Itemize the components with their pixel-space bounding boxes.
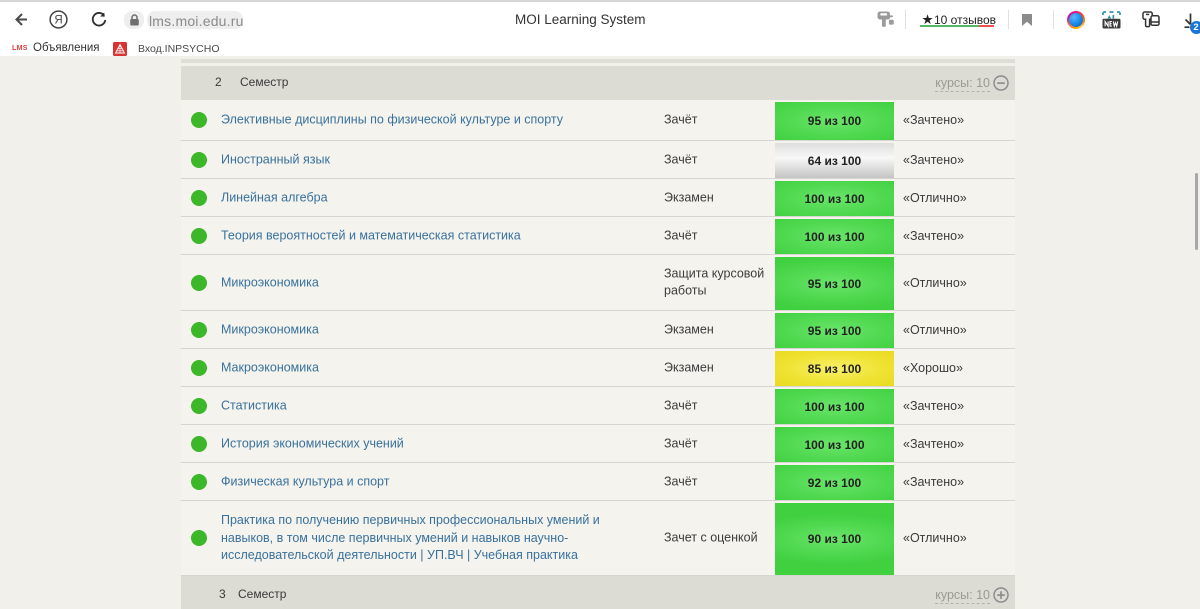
svg-text:Я: Я (54, 15, 62, 27)
